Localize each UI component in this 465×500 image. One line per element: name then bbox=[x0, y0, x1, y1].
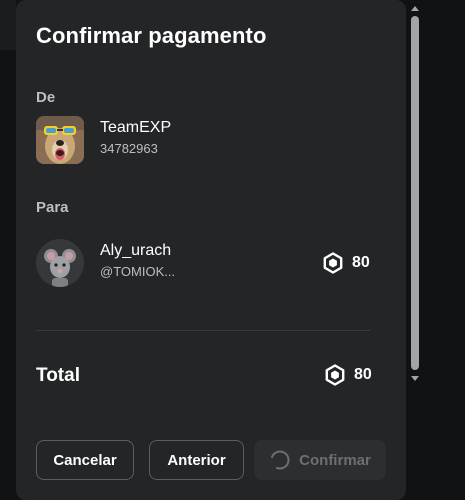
from-label: De bbox=[36, 89, 56, 106]
spinner-icon bbox=[270, 450, 290, 470]
total-amount-value: 80 bbox=[354, 366, 372, 383]
recipient-amount-value: 80 bbox=[352, 254, 370, 271]
recipient-avatar bbox=[36, 239, 84, 287]
recipient-name: Aly_urach bbox=[100, 242, 172, 259]
scroll-up-arrow-icon[interactable] bbox=[411, 6, 419, 11]
background-panel bbox=[0, 0, 16, 50]
back-button-label: Anterior bbox=[167, 451, 226, 469]
sender-avatar bbox=[36, 116, 84, 164]
mouse-avatar-icon bbox=[36, 239, 84, 287]
confirm-button-label: Confirmar bbox=[299, 451, 371, 469]
recipient-handle: @TOMIOK... bbox=[100, 264, 176, 279]
robux-icon bbox=[325, 364, 345, 386]
sender-name: TeamEXP bbox=[100, 119, 172, 136]
total-label: Total bbox=[36, 365, 80, 386]
robux-icon bbox=[323, 252, 343, 274]
cancel-button-label: Cancelar bbox=[53, 451, 117, 469]
confirm-button[interactable]: Confirmar bbox=[254, 440, 386, 480]
recipient-amount: 80 bbox=[322, 252, 370, 274]
dialog-title: Confirmar pagamento bbox=[36, 23, 267, 48]
to-label: Para bbox=[36, 199, 69, 216]
cancel-button[interactable]: Cancelar bbox=[36, 440, 134, 480]
sender-id: 34782963 bbox=[100, 141, 158, 156]
dog-avatar-icon bbox=[36, 116, 84, 164]
scrollbar[interactable] bbox=[408, 0, 422, 388]
scroll-down-arrow-icon[interactable] bbox=[411, 376, 419, 381]
total-amount: 80 bbox=[324, 364, 372, 386]
scroll-thumb[interactable] bbox=[411, 16, 419, 370]
back-button[interactable]: Anterior bbox=[149, 440, 244, 480]
payment-confirm-dialog: Confirmar pagamento De TeamEXP 34782963 … bbox=[16, 0, 419, 500]
divider bbox=[36, 330, 370, 331]
